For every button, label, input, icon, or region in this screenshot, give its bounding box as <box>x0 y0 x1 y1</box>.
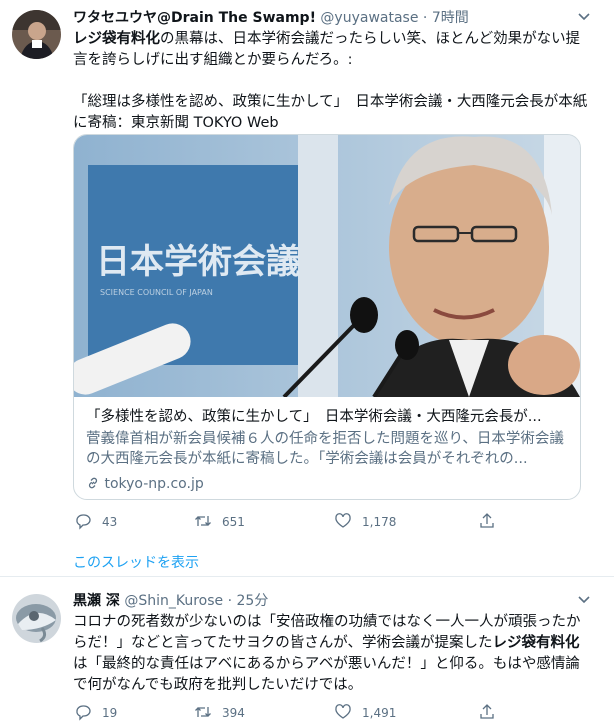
retweet-button[interactable]: 394 <box>194 703 245 723</box>
reply-button[interactable]: 19 <box>74 703 117 723</box>
caret-down-icon[interactable] <box>574 9 594 27</box>
card-domain[interactable]: tokyo-np.co.jp <box>86 475 204 493</box>
display-name[interactable]: ワタセユウヤ@Drain The Swamp! <box>73 10 316 26</box>
display-name[interactable]: 黒瀬 深 <box>73 593 120 609</box>
separator: · <box>227 593 233 609</box>
tweet-actions: 19 394 1,491 <box>66 703 506 723</box>
retweet-count: 394 <box>222 706 245 720</box>
hashtag-text: レジ袋有料化 <box>73 31 160 47</box>
handle[interactable]: @yuyawatase <box>320 10 418 26</box>
share-button[interactable] <box>478 512 496 532</box>
tweet-2[interactable]: 黒瀬 深 @Shin_Kurose · 25分 コロナの死者数が少ないのは「安倍… <box>0 576 614 726</box>
card-title[interactable]: 「多様性を認め、政策に生かして」 日本学術会議・大西隆元会長が... <box>86 407 568 427</box>
reply-icon <box>74 512 92 533</box>
reply-button[interactable]: 43 <box>74 512 117 532</box>
sign-text: 日本学術会議 <box>96 242 300 282</box>
link-card[interactable]: 日本学術会議 SCIENCE COUNCIL OF JAPAN 「多様性を認め、… <box>73 134 581 500</box>
card-description: 菅義偉首相が新会員候補６人の任命を拒否した問題を巡り、日本学術会議の大西隆元会長… <box>86 431 564 467</box>
tweet-1[interactable]: ワタセユウヤ@Drain The Swamp! @yuyawatase · 7時… <box>0 0 614 575</box>
sign-subtext: SCIENCE COUNCIL OF JAPAN <box>100 288 213 297</box>
like-icon <box>334 512 352 533</box>
like-count: 1,178 <box>362 515 397 529</box>
timestamp[interactable]: 25分 <box>237 593 269 609</box>
show-thread-link[interactable]: このスレッドを表示 <box>73 552 199 572</box>
avatar[interactable] <box>12 10 61 59</box>
retweet-icon <box>194 703 212 724</box>
reply-count: 43 <box>102 515 118 529</box>
reply-count: 19 <box>102 706 118 720</box>
avatar[interactable] <box>12 594 61 643</box>
timestamp[interactable]: 7時間 <box>432 10 469 26</box>
share-button[interactable] <box>478 703 496 723</box>
reply-icon <box>74 703 92 724</box>
like-count: 1,491 <box>362 706 397 720</box>
share-icon <box>478 703 496 724</box>
hashtag-text: レジ袋有料化 <box>492 635 580 651</box>
tweet-header: 黒瀬 深 @Shin_Kurose · 25分 <box>73 592 570 610</box>
retweet-icon <box>194 512 212 533</box>
handle[interactable]: @Shin_Kurose <box>124 593 223 609</box>
domain-text: tokyo-np.co.jp <box>104 476 204 492</box>
tweet-header: ワタセユウヤ@Drain The Swamp! @yuyawatase · 7時… <box>73 9 570 27</box>
separator: · <box>422 10 428 26</box>
tweet-text: レジ袋有料化の黒幕は、日本学術会議だったらしい笑、ほとんど効果がない提言を誇らし… <box>73 29 593 134</box>
retweet-count: 651 <box>222 515 245 529</box>
share-icon <box>478 512 496 533</box>
tweet-text: コロナの死者数が少ないのは「安倍政権の功績ではなく一人一人が頑張ったからだ！」な… <box>73 612 593 696</box>
tweet-actions: 43 651 1,178 <box>66 512 506 532</box>
like-icon <box>334 703 352 724</box>
card-image[interactable]: 日本学術会議 SCIENCE COUNCIL OF JAPAN <box>74 135 580 399</box>
retweet-button[interactable]: 651 <box>194 512 245 532</box>
link-icon <box>86 476 104 492</box>
caret-down-icon[interactable] <box>574 592 594 610</box>
tweet-body-b: は「最終的な責任はアベにあるからアベが悪いんだ！」と仰る。もはや感情論で何がなん… <box>73 656 580 693</box>
like-button[interactable]: 1,491 <box>334 703 396 723</box>
like-button[interactable]: 1,178 <box>334 512 396 532</box>
